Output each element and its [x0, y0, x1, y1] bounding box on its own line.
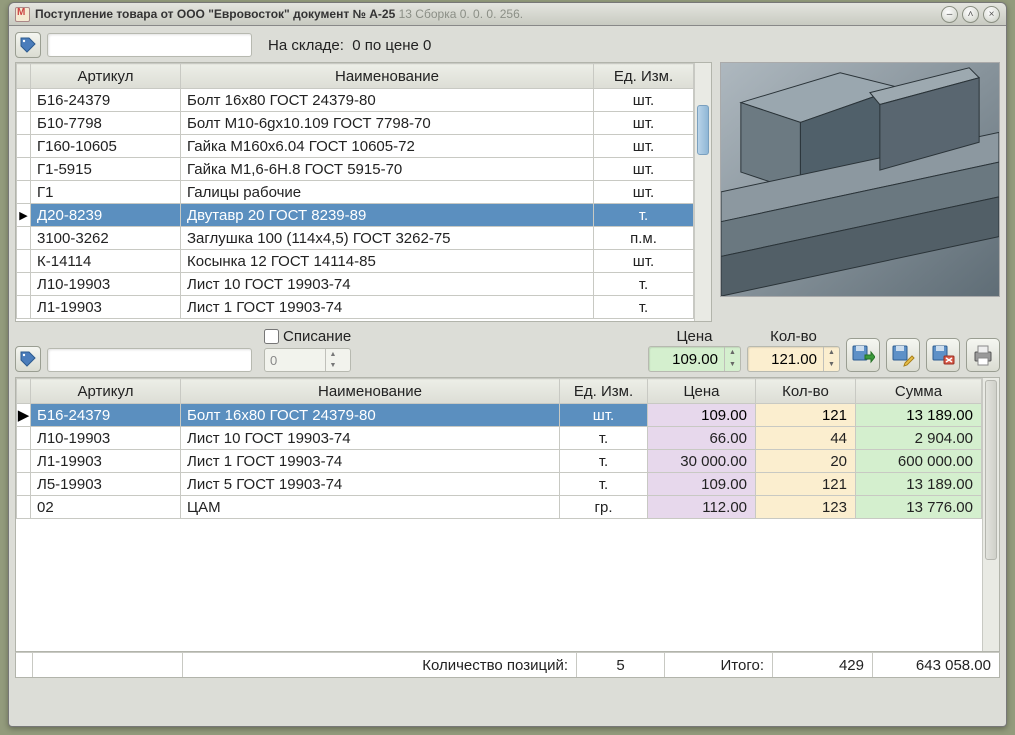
- table-row[interactable]: Б16-24379Болт 16х80 ГОСТ 24379-80шт.: [17, 89, 694, 112]
- qty-input[interactable]: ▲▼: [747, 346, 840, 372]
- document-scrollbar[interactable]: [982, 378, 999, 651]
- pos-label: Количество позиций:: [183, 653, 577, 677]
- table-row[interactable]: 02ЦАМгр.112.0012313 776.00: [17, 496, 982, 519]
- stock-label: На складе: 0 по цене 0: [268, 37, 431, 54]
- title-main: Поступление товара от ООО "Евровосток" д…: [35, 7, 395, 21]
- col-unit[interactable]: Ед. Изм.: [594, 64, 694, 89]
- entry-search-input[interactable]: [47, 348, 252, 372]
- col2-qty[interactable]: Кол-во: [756, 379, 856, 404]
- footer-row: Количество позиций: 5 Итого: 429 643 058…: [15, 652, 1000, 678]
- catalog-grid[interactable]: Артикул Наименование Ед. Изм. Б16-24379Б…: [16, 63, 694, 321]
- table-row[interactable]: 3100-3262Заглушка 100 (114х4,5) ГОСТ 326…: [17, 227, 694, 250]
- col2-article[interactable]: Артикул: [31, 379, 181, 404]
- catalog-scrollbar[interactable]: [694, 63, 711, 321]
- product-image: [720, 62, 1000, 297]
- app-icon: [15, 7, 30, 22]
- col-name[interactable]: Наименование: [181, 64, 594, 89]
- document-grid-wrap: Артикул Наименование Ед. Изм. Цена Кол-в…: [15, 377, 1000, 652]
- col2-price[interactable]: Цена: [648, 379, 756, 404]
- table-row[interactable]: Г1-5915Гайка М1,6-6Н.8 ГОСТ 5915-70шт.: [17, 158, 694, 181]
- table-row[interactable]: ▶Д20-8239Двутавр 20 ГОСТ 8239-89т.: [17, 204, 694, 227]
- app-window: Поступление товара от ООО "Евровосток" д…: [8, 2, 1007, 727]
- table-row[interactable]: Л5-19903Лист 5 ГОСТ 19903-74т.109.001211…: [17, 473, 982, 496]
- col2-name[interactable]: Наименование: [181, 379, 560, 404]
- total-qty: 429: [773, 653, 873, 677]
- table-row[interactable]: ▶Б16-24379Болт 16х80 ГОСТ 24379-80шт.109…: [17, 404, 982, 427]
- title-dim: 13 Сборка 0. 0. 0. 256.: [399, 7, 523, 21]
- tag-icon: [20, 37, 36, 53]
- window-controls: – ˄ ×: [941, 6, 1000, 23]
- edit-row-button[interactable]: [886, 338, 920, 372]
- catalog-grid-wrap: Артикул Наименование Ед. Изм. Б16-24379Б…: [15, 62, 712, 322]
- table-row[interactable]: Б10-7798Болт М10-6gх10.109 ГОСТ 7798-70ш…: [17, 112, 694, 135]
- disk-pencil-icon: [891, 343, 915, 367]
- col2-unit[interactable]: Ед. Изм.: [560, 379, 648, 404]
- writeoff-spinner[interactable]: ▲▼: [264, 348, 351, 372]
- tag-button-2[interactable]: [15, 346, 41, 372]
- writeoff-checkbox[interactable]: [264, 329, 279, 344]
- tag-icon: [20, 351, 36, 367]
- add-row-button[interactable]: [846, 338, 880, 372]
- delete-row-button[interactable]: [926, 338, 960, 372]
- price-input[interactable]: ▲▼: [648, 346, 741, 372]
- disk-arrow-icon: [851, 343, 875, 367]
- table-row[interactable]: Г1Галицы рабочиешт.: [17, 181, 694, 204]
- pos-value: 5: [577, 653, 665, 677]
- printer-icon: [971, 343, 995, 367]
- minimize-button[interactable]: –: [941, 6, 958, 23]
- total-sum: 643 058.00: [873, 653, 999, 677]
- total-label: Итого:: [665, 653, 773, 677]
- entry-toolbar: Списание ▲▼ Цена ▲▼ Кол-во ▲▼: [15, 328, 1000, 372]
- col2-sum[interactable]: Сумма: [856, 379, 982, 404]
- writeoff-label: Списание: [283, 328, 351, 345]
- mid-area: Артикул Наименование Ед. Изм. Б16-24379Б…: [15, 62, 1000, 322]
- table-row[interactable]: Л10-19903Лист 10 ГОСТ 19903-74т.66.00442…: [17, 427, 982, 450]
- table-row[interactable]: К-14114Косынка 12 ГОСТ 14114-85шт.: [17, 250, 694, 273]
- writeoff-spinner-input: [265, 351, 325, 370]
- maximize-button[interactable]: ˄: [962, 6, 979, 23]
- table-row[interactable]: Л1-19903Лист 1 ГОСТ 19903-74т.30 000.002…: [17, 450, 982, 473]
- table-row[interactable]: Л1-19903Лист 1 ГОСТ 19903-74т.: [17, 296, 694, 319]
- price-label: Цена: [676, 328, 712, 345]
- document-grid[interactable]: Артикул Наименование Ед. Изм. Цена Кол-в…: [16, 378, 982, 651]
- print-button[interactable]: [966, 338, 1000, 372]
- search-input[interactable]: [47, 33, 252, 57]
- filter-button[interactable]: [15, 32, 41, 58]
- table-row[interactable]: Г160-10605Гайка М160х6.04 ГОСТ 10605-72ш…: [17, 135, 694, 158]
- table-row[interactable]: Л10-19903Лист 10 ГОСТ 19903-74т.: [17, 273, 694, 296]
- disk-delete-icon: [931, 343, 955, 367]
- qty-label: Кол-во: [770, 328, 817, 345]
- top-toolbar: На складе: 0 по цене 0: [15, 32, 1000, 58]
- window-title: Поступление товара от ООО "Евровосток" д…: [35, 7, 523, 21]
- col-article[interactable]: Артикул: [31, 64, 181, 89]
- content: На складе: 0 по цене 0 Артикул На: [9, 26, 1006, 684]
- titlebar: Поступление товара от ООО "Евровосток" д…: [9, 3, 1006, 26]
- close-button[interactable]: ×: [983, 6, 1000, 23]
- writeoff-checkbox-wrap[interactable]: Списание: [264, 328, 351, 345]
